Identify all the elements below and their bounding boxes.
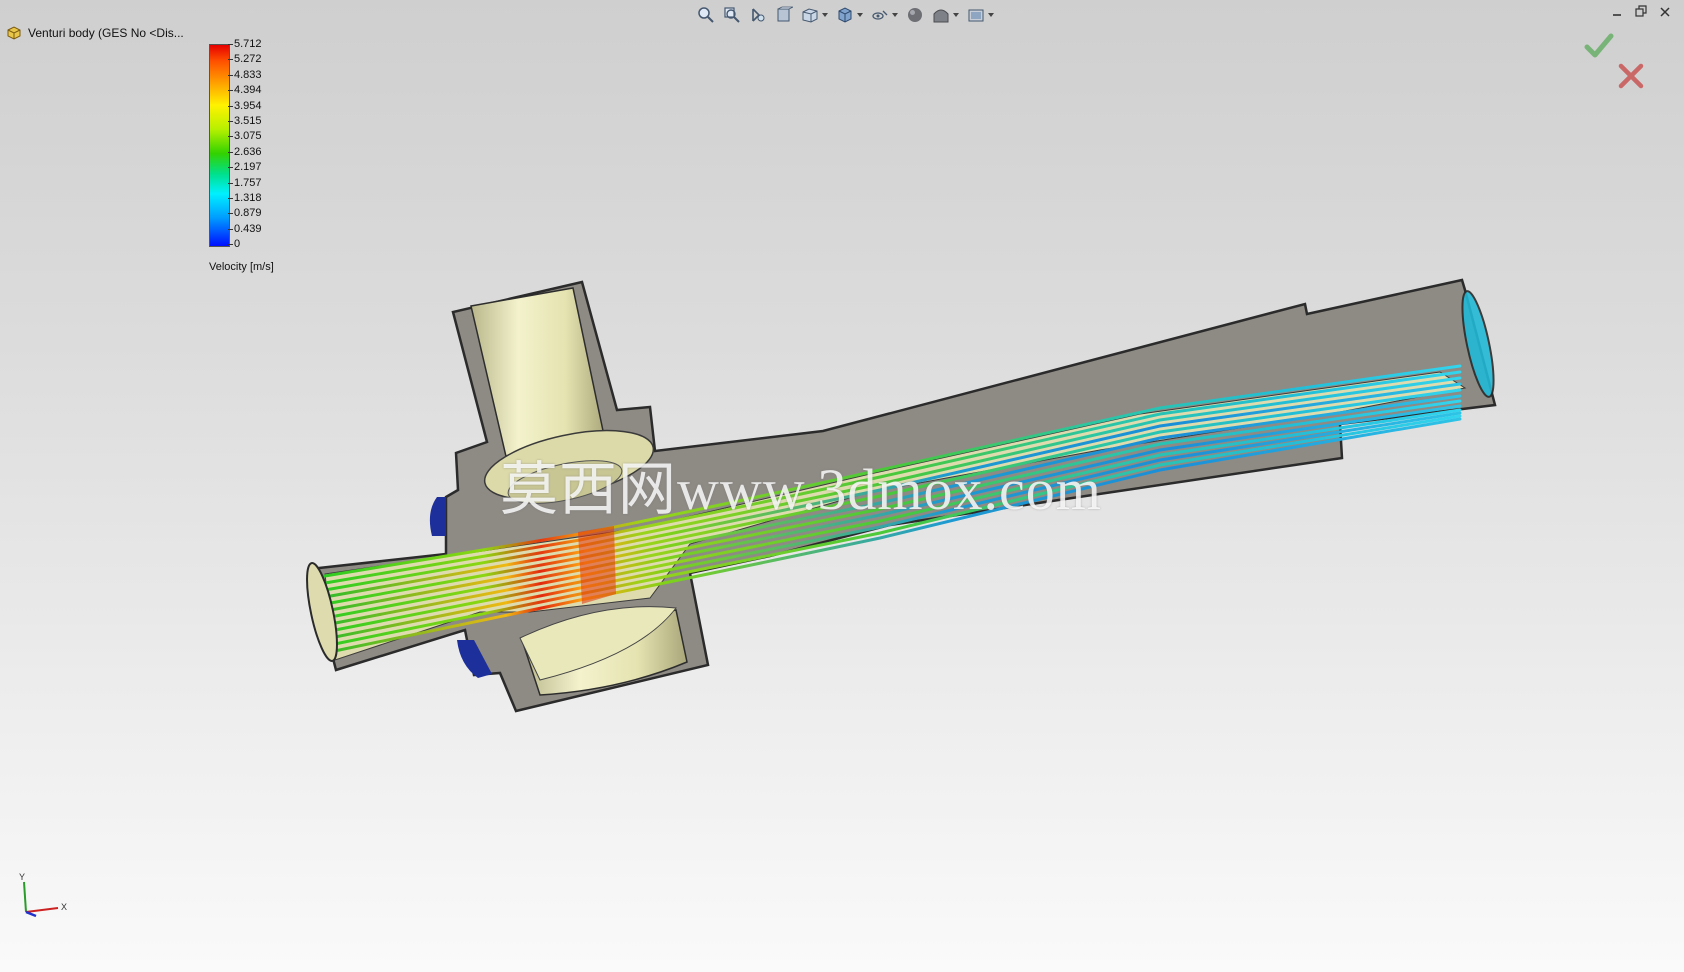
throat-high-velocity-band (578, 526, 616, 604)
reference-triad: Y X (14, 872, 74, 922)
flange-edge (429, 497, 446, 536)
triad-y-label: Y (19, 872, 26, 882)
triad-x-label: X (61, 902, 68, 912)
y-axis-arrow (23, 881, 27, 913)
watermark-text: 莫西网www.3dmox.com (500, 457, 1102, 522)
z-axis-arrow (25, 910, 37, 918)
graphics-area[interactable]: Venturi body (GES No <Dis... 5.712 5.272… (0, 0, 1684, 972)
x-axis-arrow (25, 907, 59, 913)
